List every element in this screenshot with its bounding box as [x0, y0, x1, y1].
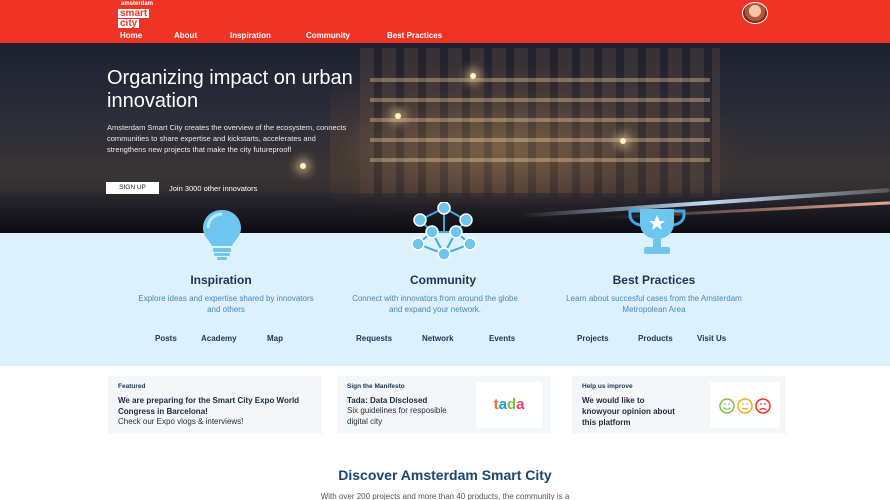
discover-subtitle: With over 200 projects and more than 40 …: [320, 492, 570, 500]
card-kicker: Featured: [118, 383, 146, 390]
street-lamp: [300, 163, 306, 169]
link-projects[interactable]: Projects: [577, 334, 609, 343]
card-kicker: Sign the Manifesto: [347, 383, 405, 390]
site-header: amsterdam smart city Home About Inspirat…: [0, 0, 890, 43]
logo-line-1: amsterdam: [121, 1, 154, 7]
card-body: Check our Expo vlogs & interviews!: [118, 417, 244, 426]
feedback-faces-icon: [710, 382, 780, 428]
link-academy[interactable]: Academy: [201, 334, 237, 343]
category-title-best-practices[interactable]: Best Practices: [554, 273, 754, 287]
tada-letter: a: [498, 396, 507, 413]
logo-line-2: smart: [118, 8, 150, 19]
nav-inspiration[interactable]: Inspiration: [230, 31, 271, 40]
category-desc-community: Connect with innovators from around the …: [352, 294, 518, 314]
card-title: We would like to knowyour opinion about …: [582, 396, 675, 427]
neutral-face-icon: [737, 398, 753, 414]
lightbulb-icon: [203, 210, 241, 260]
link-posts[interactable]: Posts: [155, 334, 177, 343]
street-lamp: [620, 138, 626, 144]
signup-button[interactable]: SIGN UP: [106, 182, 159, 194]
hero-title: Organizing impact on urban innovation: [107, 67, 353, 112]
link-visit-us[interactable]: Visit Us: [697, 334, 726, 343]
nav-home[interactable]: Home: [120, 31, 142, 40]
sad-face-icon: [755, 398, 771, 414]
network-icon: [411, 202, 477, 261]
nav-about[interactable]: About: [174, 31, 197, 40]
street-lamp: [395, 113, 401, 119]
tada-logo: tada: [476, 382, 542, 428]
logo[interactable]: amsterdam smart city: [118, 1, 160, 29]
featured-card[interactable]: Featured We are preparing for the Smart …: [108, 376, 322, 434]
logo-line-3: city: [118, 18, 140, 29]
card-body: Six guidelines for resposible digital ci…: [347, 406, 447, 426]
card-title: We are preparing for the Smart City Expo…: [118, 396, 300, 416]
link-map[interactable]: Map: [267, 334, 283, 343]
category-desc-best-practices: Learn about succesful cases from the Ams…: [566, 294, 742, 314]
nav-community[interactable]: Community: [306, 31, 350, 40]
link-requests[interactable]: Requests: [356, 334, 392, 343]
link-events[interactable]: Events: [489, 334, 515, 343]
tada-letter: a: [516, 396, 525, 413]
hero-description: Amsterdam Smart City creates the overvie…: [107, 123, 347, 154]
link-network[interactable]: Network: [422, 334, 454, 343]
street-lamp: [470, 73, 476, 79]
user-avatar[interactable]: [742, 2, 768, 24]
category-desc-inspiration: Explore ideas and expertise shared by in…: [138, 294, 314, 314]
trophy-icon: [628, 209, 686, 254]
category-title-inspiration[interactable]: Inspiration: [121, 273, 321, 287]
join-text: Join 3000 other innovators: [169, 184, 258, 193]
happy-face-icon: [719, 398, 735, 414]
card-kicker: Help us improve: [582, 383, 633, 390]
nav-best-practices[interactable]: Best Practices: [387, 31, 442, 40]
link-products[interactable]: Products: [638, 334, 673, 343]
tada-letter: d: [506, 396, 517, 413]
category-title-community[interactable]: Community: [343, 273, 543, 287]
hero-background-windows: [370, 68, 710, 178]
discover-title: Discover Amsterdam Smart City: [338, 467, 552, 483]
